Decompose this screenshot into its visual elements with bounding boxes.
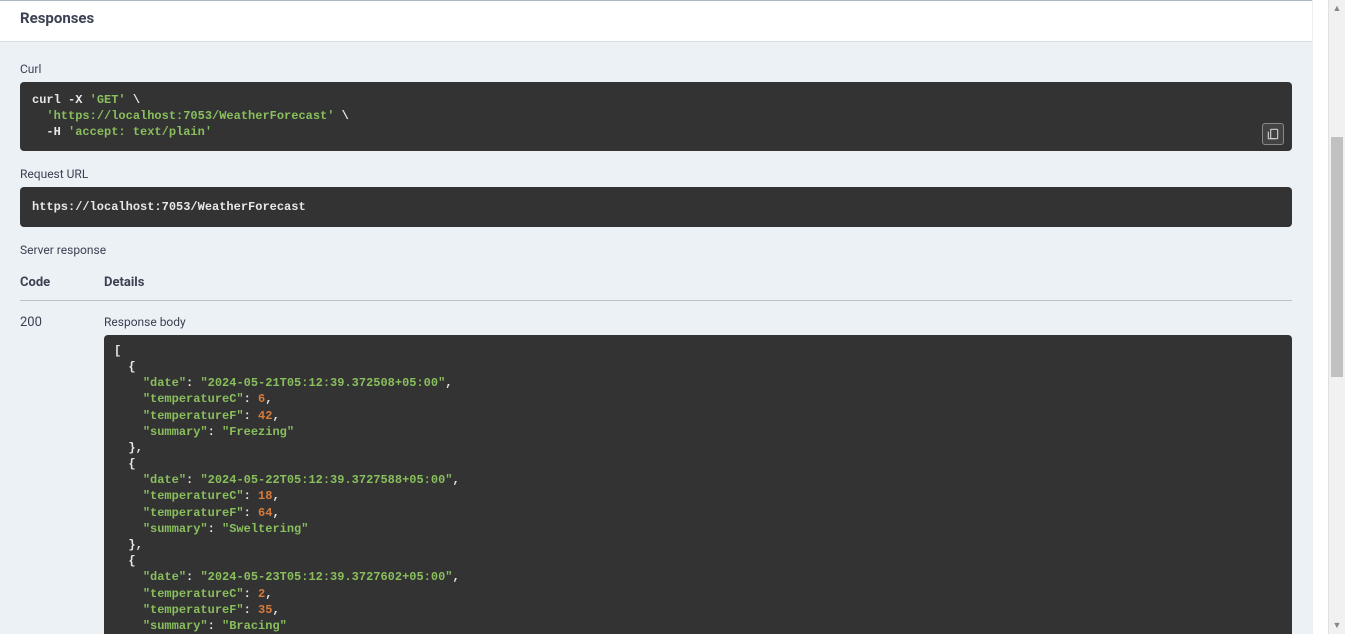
response-body-wrap: [ { "date": "2024-05-21T05:12:39.372508+… (104, 335, 1292, 634)
table-row: 200 Response body [ { "date": "2024-05-2… (20, 301, 1292, 634)
response-code: 200 (20, 315, 104, 330)
curl-flag-x: -X (68, 93, 82, 107)
scroll-down-arrow[interactable]: ▼ (1329, 617, 1345, 634)
clipboard-icon (1266, 127, 1280, 141)
outer-scrollbar[interactable]: ▲ ▼ (1328, 0, 1345, 634)
curl-label: Curl (20, 62, 1292, 76)
curl-line-cont-2: \ (342, 109, 349, 123)
request-url-value: https://localhost:7053/WeatherForecast (32, 200, 306, 214)
col-header-code: Code (20, 275, 104, 290)
responses-header: Responses (0, 1, 1312, 42)
curl-url: 'https://localhost:7053/WeatherForecast' (46, 109, 334, 123)
curl-line-cont-1: \ (133, 93, 140, 107)
responses-panel: Curl curl -X 'GET' \ 'https://localhost:… (0, 42, 1312, 634)
curl-method: 'GET' (90, 93, 126, 107)
col-header-details: Details (104, 275, 1292, 290)
server-response-label: Server response (20, 243, 1292, 257)
response-details: Response body [ { "date": "2024-05-21T05… (104, 315, 1292, 634)
response-body-label: Response body (104, 315, 1292, 329)
scroll-up-arrow[interactable]: ▲ (1329, 0, 1345, 17)
scrollable-content[interactable]: Responses Curl curl -X 'GET' \ 'https://… (0, 1, 1312, 634)
viewport: Responses Curl curl -X 'GET' \ 'https://… (0, 0, 1345, 634)
main-content: Responses Curl curl -X 'GET' \ 'https://… (0, 0, 1312, 634)
request-url-label: Request URL (20, 167, 1292, 181)
curl-keyword: curl (32, 93, 61, 107)
scroll-thumb[interactable] (1331, 137, 1343, 377)
copy-curl-button[interactable] (1262, 123, 1284, 145)
response-table-head: Code Details (20, 267, 1292, 301)
responses-title: Responses (20, 9, 1292, 27)
response-table: Code Details 200 Response body [ { "date… (20, 267, 1292, 634)
response-body-block[interactable]: [ { "date": "2024-05-21T05:12:39.372508+… (104, 335, 1292, 634)
inner-scrollbar-gutter (1312, 0, 1328, 634)
curl-header: 'accept: text/plain' (68, 125, 212, 139)
curl-block: curl -X 'GET' \ 'https://localhost:7053/… (20, 82, 1292, 151)
scroll-track[interactable] (1329, 17, 1345, 617)
curl-flag-h: -H (46, 125, 60, 139)
request-url-block: https://localhost:7053/WeatherForecast (20, 187, 1292, 227)
